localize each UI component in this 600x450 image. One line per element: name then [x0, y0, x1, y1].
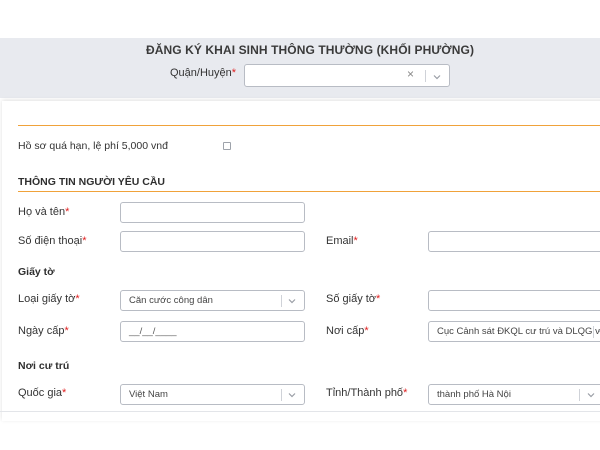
- doc-number-label: Số giấy tờ*: [326, 293, 381, 305]
- doc-type-select[interactable]: Căn cước công dân: [120, 290, 305, 311]
- panel-bottom-edge: [0, 411, 600, 412]
- doc-type-label: Loại giấy tờ*: [18, 293, 80, 305]
- requester-section-title: THÔNG TIN NGƯỜI YÊU CẦU: [18, 176, 165, 188]
- province-value: thành phố Hà Nội: [437, 389, 511, 400]
- late-fee-label: Hồ sơ quá hạn, lệ phí 5,000 vnđ: [18, 140, 168, 152]
- country-label: Quốc gia*: [18, 387, 67, 399]
- page-title: ĐĂNG KÝ KHAI SINH THÔNG THƯỜNG (KHỐI PHƯ…: [145, 43, 475, 57]
- residence-section-title: Nơi cư trú: [18, 360, 70, 372]
- issue-place-label: Nơi cấp*: [326, 325, 369, 337]
- phone-input[interactable]: [120, 231, 305, 252]
- select-separator: [425, 70, 426, 82]
- chevron-down-icon[interactable]: [432, 72, 442, 82]
- email-input[interactable]: [428, 231, 600, 252]
- province-select[interactable]: thành phố Hà Nội: [428, 384, 600, 405]
- province-label: Tỉnh/Thành phố*: [326, 387, 408, 399]
- chevron-down-icon[interactable]: [586, 390, 596, 400]
- issue-place-select[interactable]: Cục Cảnh sát ĐKQL cư trú và DLQG v...: [428, 321, 600, 342]
- full-name-label: Họ và tên*: [18, 206, 70, 218]
- requester-section-divider: [18, 191, 600, 192]
- clear-icon[interactable]: ×: [407, 65, 414, 84]
- doc-number-input[interactable]: [428, 290, 600, 311]
- issue-place-value: Cục Cảnh sát ĐKQL cư trú và DLQG v...: [437, 326, 600, 337]
- chevron-down-icon[interactable]: [287, 390, 297, 400]
- issue-date-input[interactable]: __/__/____: [120, 321, 305, 342]
- country-select[interactable]: Việt Nam: [120, 384, 305, 405]
- select-separator: [281, 295, 282, 307]
- select-separator: [579, 389, 580, 401]
- panel-top-divider: [18, 125, 600, 126]
- chevron-down-icon[interactable]: [287, 296, 297, 306]
- full-name-input[interactable]: [120, 202, 305, 223]
- select-separator: [281, 389, 282, 401]
- issue-date-label: Ngày cấp*: [18, 325, 69, 337]
- documents-section-title: Giấy tờ: [18, 266, 55, 278]
- district-select[interactable]: ×: [244, 64, 450, 87]
- email-label: Email*: [326, 235, 358, 247]
- phone-label: Số điện thoại*: [18, 235, 87, 247]
- district-label: Quận/Huyện*: [170, 67, 237, 79]
- select-separator: [593, 326, 594, 338]
- country-value: Việt Nam: [129, 389, 168, 400]
- late-fee-checkbox[interactable]: [223, 142, 231, 150]
- doc-type-value: Căn cước công dân: [129, 295, 213, 306]
